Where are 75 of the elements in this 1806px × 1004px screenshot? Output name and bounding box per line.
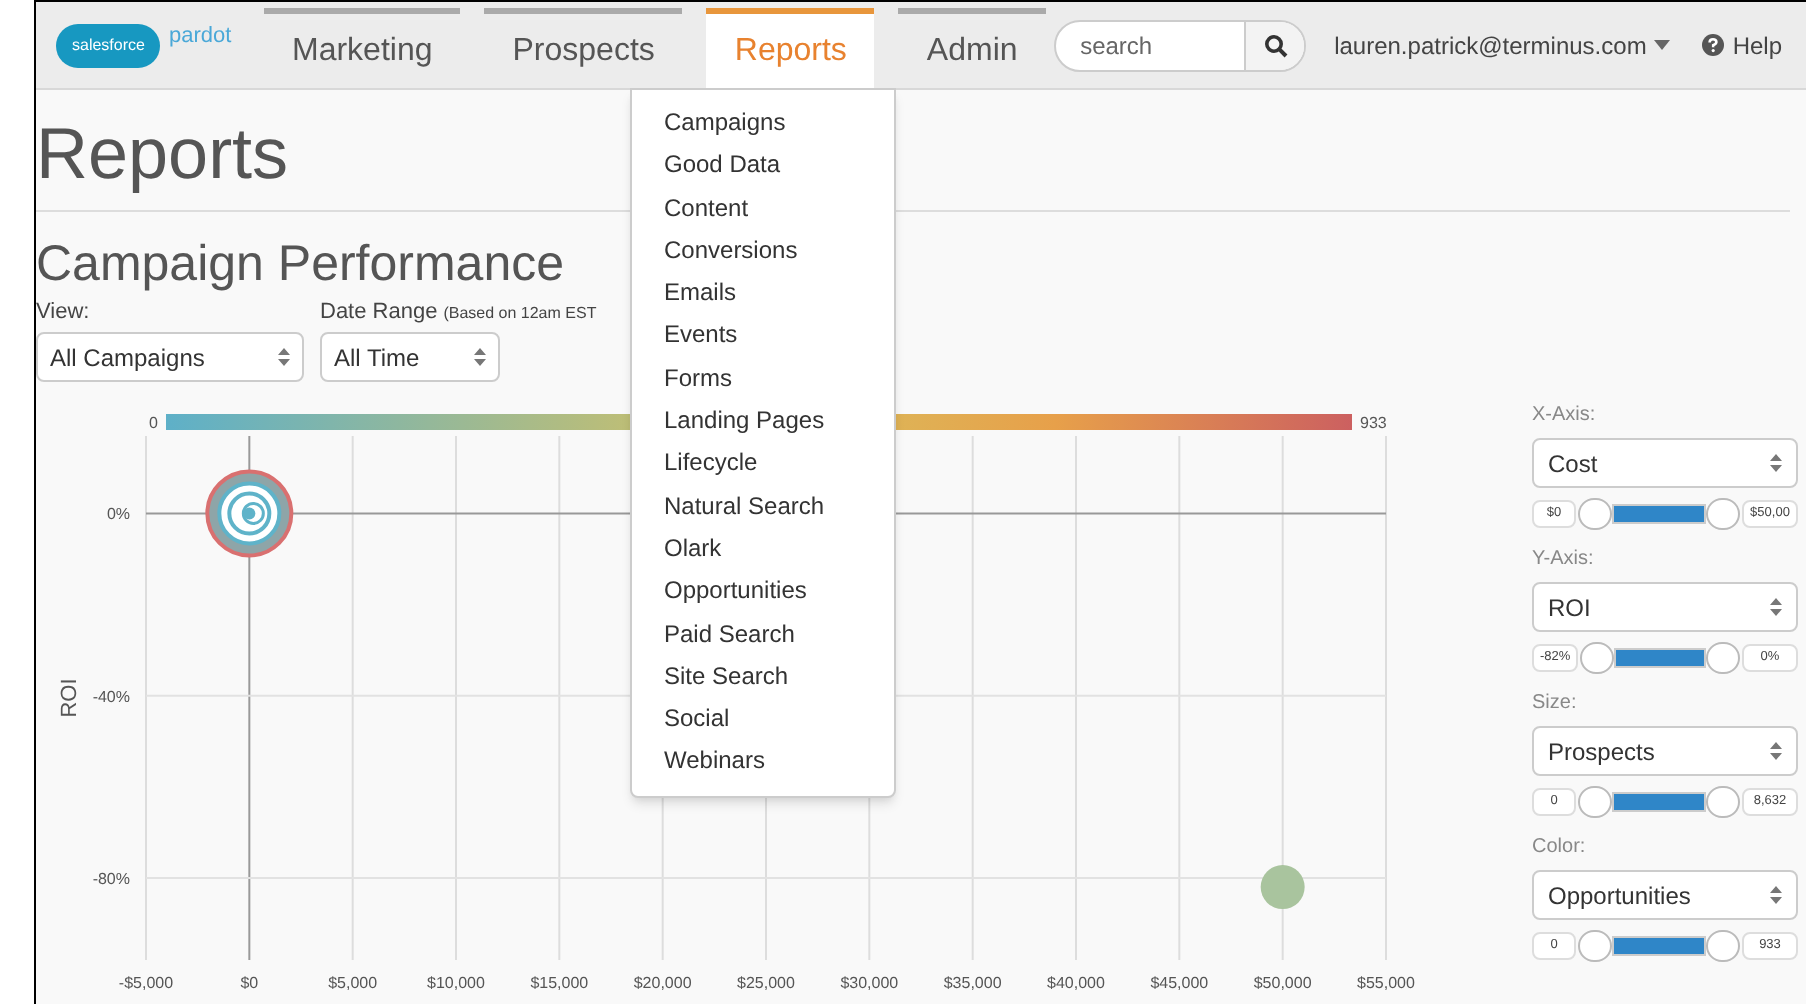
scale-label: 0 <box>149 414 158 432</box>
search-field[interactable]: search <box>1056 27 1245 63</box>
user-menu[interactable]: lauren.patrick@terminus.com <box>1334 27 1671 63</box>
select-arrows-icon <box>1770 742 1782 760</box>
filter-label: Date Range <box>320 298 438 328</box>
menu-item[interactable]: Opportunities <box>632 570 894 614</box>
menu-item[interactable]: Webinars <box>632 740 894 784</box>
axis-tick-label: 0% <box>106 505 130 524</box>
menu-item[interactable]: Good Data <box>632 144 894 188</box>
axis-tick-label: $50,000 <box>1253 974 1312 992</box>
filter-label: View: <box>36 298 90 328</box>
select-field[interactable]: Prospects <box>1532 726 1798 776</box>
select-field[interactable]: All Time <box>320 332 500 382</box>
search-icon[interactable] <box>1244 21 1305 69</box>
control-label: Y-Axis: <box>1532 546 1596 574</box>
axis-title: ROI <box>58 678 82 718</box>
menu-item[interactable]: Natural Search <box>632 485 894 528</box>
search-box[interactable]: search <box>1054 19 1307 71</box>
axis-tick-label: $30,000 <box>840 974 899 992</box>
slider-handle[interactable] <box>1706 930 1740 962</box>
logo-text: pardot <box>168 22 232 53</box>
axis-tick-label: $55,000 <box>1357 974 1415 992</box>
slider-handle[interactable] <box>1580 642 1615 674</box>
control-label: X-Axis: <box>1532 402 1598 430</box>
nav-tab[interactable]: Marketing <box>264 8 461 88</box>
axis-tick-label: $10,000 <box>427 974 485 992</box>
section-title: Campaign Performance <box>36 236 565 292</box>
menu-item[interactable]: Content <box>632 187 894 230</box>
page-title: Reports <box>36 114 289 194</box>
menu-item[interactable]: Forms <box>632 357 894 401</box>
select-arrows-icon <box>474 348 486 366</box>
select-field[interactable]: Cost <box>1532 438 1798 488</box>
menu-item[interactable]: Olark <box>632 527 894 571</box>
axis-tick-label: $5,000 <box>328 974 378 992</box>
menu-item[interactable]: Landing Pages <box>632 400 894 443</box>
logo-cloud: salesforce <box>56 23 161 67</box>
help-icon <box>1702 34 1725 56</box>
axis-tick-label: $20,000 <box>633 974 692 992</box>
axis-tick-label: $45,000 <box>1150 974 1209 992</box>
axis-tick-label: $35,000 <box>943 974 1002 992</box>
menu-item[interactable]: Events <box>632 314 894 358</box>
caret-icon <box>1654 40 1671 50</box>
axis-tick-label: $15,000 <box>530 974 589 992</box>
control-label: Size: <box>1532 690 1579 718</box>
select-field[interactable]: ROI <box>1532 582 1798 632</box>
scale-label: 933 <box>1360 414 1387 432</box>
slider-handle[interactable] <box>1706 498 1740 530</box>
slider-handle[interactable] <box>1706 786 1740 818</box>
menu-item[interactable]: Lifecycle <box>632 442 894 486</box>
menu-item[interactable]: Social <box>632 698 894 741</box>
slider-handle[interactable] <box>1578 498 1612 530</box>
select-arrows-icon <box>1770 598 1782 616</box>
help-link[interactable]: Help <box>1702 27 1782 63</box>
axis-tick-label: $25,000 <box>737 974 795 992</box>
select-field[interactable]: All Campaigns <box>36 332 304 382</box>
axis-tick-label: -80% <box>92 870 130 888</box>
control-label: Color: <box>1532 834 1588 862</box>
menu-item[interactable]: Conversions <box>632 229 894 273</box>
axis-tick-label: $40,000 <box>1047 974 1105 992</box>
slider-handle[interactable] <box>1706 642 1740 674</box>
select-field[interactable]: Opportunities <box>1532 870 1798 920</box>
axis-tick-label: -$5,000 <box>118 974 174 992</box>
axis-tick-label: -40% <box>92 687 130 706</box>
menu-item[interactable]: Paid Search <box>632 613 894 656</box>
slider-handle[interactable] <box>1578 786 1612 818</box>
slider-handle[interactable] <box>1578 930 1612 962</box>
menu-item[interactable]: Emails <box>632 272 894 315</box>
nav-tab[interactable]: Admin <box>898 8 1046 88</box>
select-arrows-icon <box>1770 886 1782 904</box>
axis-tick-label: $0 <box>240 974 259 992</box>
select-arrows-icon <box>278 348 290 366</box>
filter-note: (Based on 12am EST <box>443 302 597 326</box>
menu-item[interactable]: Campaigns <box>632 102 894 145</box>
menu-item[interactable]: Site Search <box>632 655 894 699</box>
select-arrows-icon <box>1770 454 1782 472</box>
